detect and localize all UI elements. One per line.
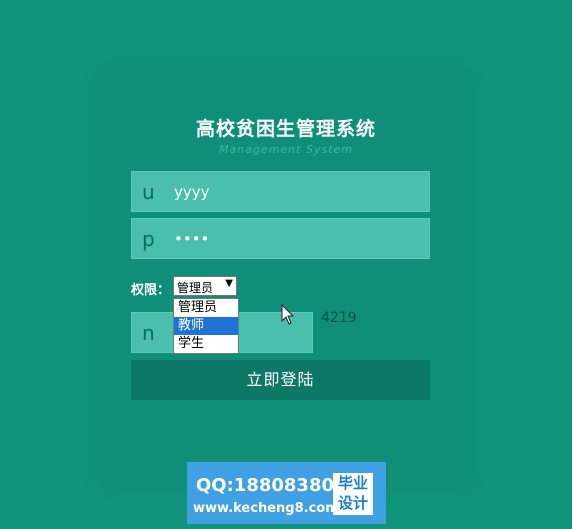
role-selected-value: 管理员 bbox=[177, 281, 214, 295]
watermark-qq: QQ:188083800 bbox=[196, 475, 347, 496]
captcha-code[interactable]: 4219 bbox=[321, 310, 357, 326]
captcha-icon: n bbox=[142, 321, 155, 345]
watermark-badge-line1: 毕业 bbox=[337, 474, 368, 492]
role-option-student[interactable]: 学生 bbox=[174, 335, 238, 353]
mouse-pointer-icon bbox=[281, 303, 295, 330]
password-icon: p bbox=[142, 227, 155, 251]
role-option-teacher[interactable]: 教师 bbox=[174, 317, 238, 335]
watermark-badge-line2: 设计 bbox=[337, 494, 368, 512]
triangle-down-icon: ▼ bbox=[225, 278, 233, 289]
login-button[interactable]: 立即登陆 bbox=[131, 360, 430, 400]
role-select[interactable]: 管理员 ▼ bbox=[173, 276, 237, 296]
watermark-url: www.kecheng8.com bbox=[193, 501, 339, 516]
password-value: •••• bbox=[174, 230, 210, 248]
watermark-badge: 毕业 设计 bbox=[333, 473, 373, 515]
username-field[interactable]: u yyyy bbox=[131, 171, 430, 212]
role-label: 权限： bbox=[131, 283, 171, 298]
page-subtitle: Management System bbox=[219, 143, 353, 156]
role-option-admin[interactable]: 管理员 bbox=[174, 299, 238, 317]
username-value: yyyy bbox=[174, 183, 210, 201]
page-title: 高校贫困生管理系统 bbox=[195, 118, 376, 140]
role-dropdown-list: 管理员 教师 学生 bbox=[173, 298, 239, 354]
user-icon: u bbox=[142, 180, 155, 204]
watermark-banner: QQ:188083800 www.kecheng8.com 毕业 设计 bbox=[187, 462, 386, 524]
password-field[interactable]: p •••• bbox=[131, 218, 430, 259]
